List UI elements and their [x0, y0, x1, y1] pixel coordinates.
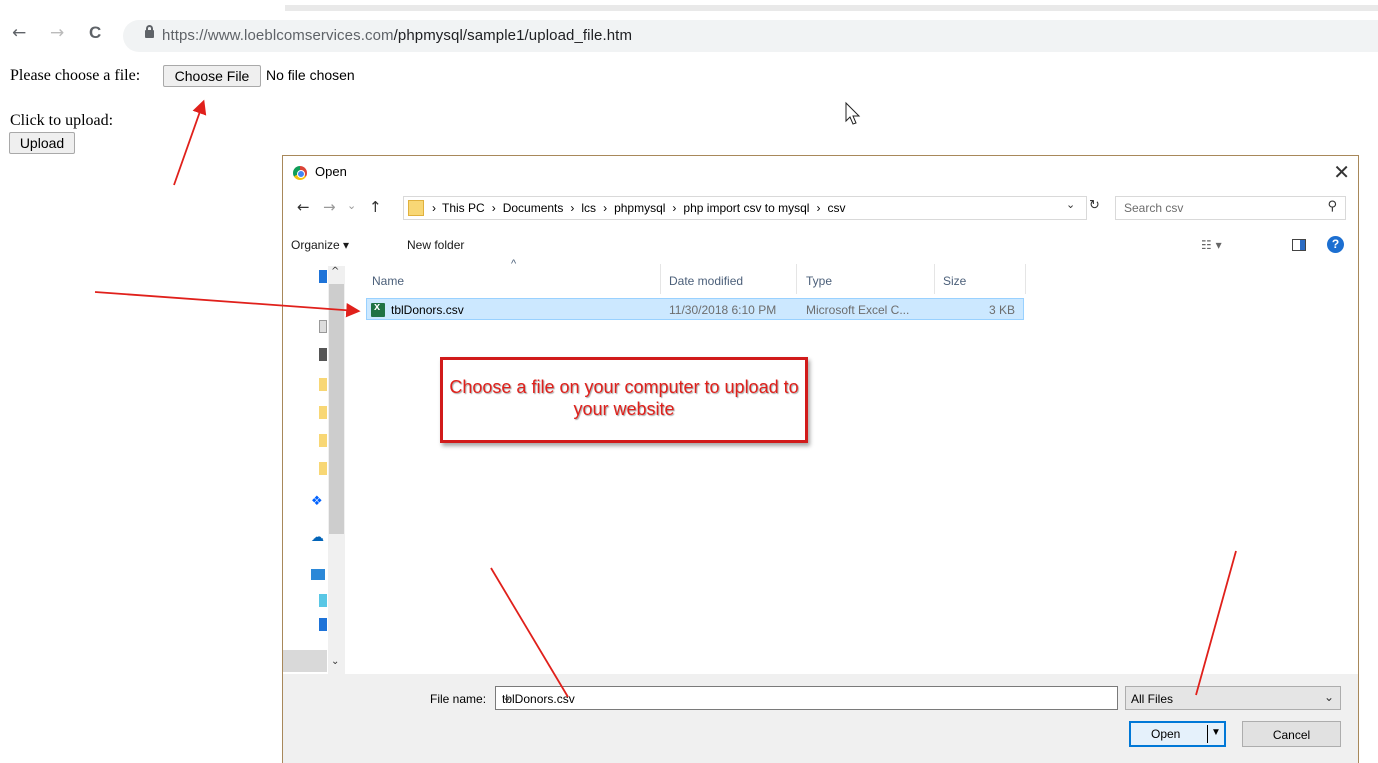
url-text: https://www.loeblcomservices.com/phpmysq…	[162, 27, 632, 44]
nav-scrollbar-thumb[interactable]	[329, 284, 344, 534]
file-name-field[interactable]: tblDonors.csv ⌄	[495, 686, 1118, 710]
folder-icon[interactable]	[319, 406, 327, 419]
file-type: Microsoft Excel C...	[806, 303, 910, 317]
file-name-label: File name:	[430, 692, 487, 706]
open-file-dialog: Open ✕ ← → ⌄ ↑ › This PC › Documents › lcs › ph…	[282, 155, 1359, 763]
url-path: /phpmysql/sample1/upload_file.htm	[393, 27, 633, 44]
upload-button[interactable]: Upload	[9, 132, 75, 154]
refresh-icon[interactable]: ↻	[1089, 198, 1100, 213]
open-button-label: Open	[1151, 727, 1181, 741]
nav-item-selected[interactable]	[283, 650, 327, 672]
split-divider	[1207, 725, 1208, 743]
up-folder-icon[interactable]: ↑	[369, 198, 382, 216]
dropbox-icon[interactable]: ❖	[311, 494, 323, 509]
callout-text: Choose a file on your computer to upload…	[449, 377, 799, 419]
browser-toolbar: ← → C https://www.loeblcomservices.com/p…	[0, 18, 1378, 54]
column-divider[interactable]	[934, 264, 935, 294]
choose-file-label: Please choose a file:	[10, 67, 141, 84]
mouse-cursor-icon	[845, 101, 861, 125]
open-options-icon[interactable]: ▼	[1211, 727, 1221, 738]
column-header-type[interactable]: Type	[806, 274, 832, 288]
folder-icon[interactable]	[319, 434, 327, 447]
choose-file-button[interactable]: Choose File	[163, 65, 261, 87]
crumb-phpmysql[interactable]: phpmysql	[614, 201, 665, 215]
path-dropdown-icon[interactable]: ⌄	[1066, 198, 1075, 211]
close-icon[interactable]: ✕	[1333, 160, 1350, 184]
cancel-button-label: Cancel	[1272, 728, 1311, 742]
navigation-pane[interactable]: ^ ⌄ ❖ ☁	[283, 264, 348, 674]
column-divider[interactable]	[1025, 264, 1026, 294]
file-type-filter[interactable]: All Files ⌄	[1125, 686, 1341, 710]
lock-icon[interactable]	[145, 25, 154, 38]
reload-icon[interactable]: C	[89, 23, 101, 43]
column-divider[interactable]	[660, 264, 661, 294]
network-icon[interactable]	[319, 594, 327, 607]
change-view-icon[interactable]: ☷ ▾	[1201, 238, 1222, 252]
back-icon[interactable]: ←	[297, 198, 310, 216]
url-host: https://www.loeblcomservices.com	[162, 27, 394, 44]
recent-locations-icon[interactable]: ⌄	[347, 199, 356, 212]
pictures-icon[interactable]	[319, 348, 327, 361]
crumb-php-import[interactable]: php import csv to mysql	[683, 201, 809, 215]
crumb-documents[interactable]: Documents	[503, 201, 564, 215]
command-bar: Organize ▾ New folder ☷ ▾ ?	[283, 228, 1358, 262]
file-date: 11/30/2018 6:10 PM	[669, 303, 777, 317]
sort-ascending-icon: ^	[511, 258, 517, 270]
new-folder-button[interactable]: New folder	[407, 238, 464, 252]
open-button[interactable]: Open ▼	[1129, 721, 1226, 747]
forward-icon[interactable]: →	[323, 198, 336, 216]
search-placeholder: Search csv	[1124, 201, 1184, 215]
no-file-status: No file chosen	[266, 67, 355, 83]
file-list[interactable]: Name ^ Date modified Type Size tblDonors…	[358, 258, 1348, 674]
instruction-callout: Choose a file on your computer to upload…	[440, 357, 808, 443]
address-bar[interactable]: https://www.loeblcomservices.com/phpmysq…	[123, 20, 1378, 52]
scroll-up-icon[interactable]: ^	[331, 266, 339, 277]
cancel-button[interactable]: Cancel	[1242, 721, 1341, 747]
folder-icon[interactable]	[319, 462, 327, 475]
dialog-address-row: ← → ⌄ ↑ › This PC › Documents › lcs › phpmysql ›…	[283, 194, 1358, 222]
scroll-down-icon[interactable]: ⌄	[331, 656, 339, 667]
this-pc-icon[interactable]	[311, 569, 325, 580]
dialog-footer: File name: tblDonors.csv ⌄ All Files ⌄ O…	[283, 674, 1358, 763]
search-icon[interactable]: ⚲	[1327, 199, 1337, 214]
column-header-size[interactable]: Size	[943, 274, 966, 288]
tab-strip-edge	[285, 5, 1378, 11]
forward-icon[interactable]: →	[50, 23, 64, 43]
arrow-to-choose-file	[173, 99, 207, 186]
breadcrumb[interactable]: › This PC › Documents › lcs › phpmysql › php impo…	[403, 196, 1087, 220]
column-header-name[interactable]: Name	[372, 274, 404, 288]
chevron-down-icon[interactable]: ⌄	[1324, 690, 1334, 704]
excel-file-icon	[371, 301, 385, 317]
search-input[interactable]: Search csv ⚲	[1115, 196, 1346, 220]
column-header-date[interactable]: Date modified	[669, 274, 743, 288]
quick-access-icon[interactable]	[319, 270, 327, 283]
help-icon[interactable]: ?	[1327, 236, 1344, 253]
table-row[interactable]: tblDonors.csv 11/30/2018 6:10 PM Microso…	[366, 298, 1024, 320]
folder-icon[interactable]	[319, 378, 327, 391]
back-icon[interactable]: ←	[12, 23, 26, 43]
folder-icon	[408, 200, 424, 216]
chevron-down-icon[interactable]: ⌄	[502, 690, 1111, 704]
upload-label: Click to upload:	[10, 112, 114, 129]
preview-pane-icon[interactable]	[1292, 239, 1306, 251]
onedrive-icon[interactable]: ☁	[311, 530, 324, 545]
organize-button[interactable]: Organize ▾	[291, 238, 349, 252]
file-type-filter-value: All Files	[1131, 692, 1174, 706]
file-size: 3 KB	[989, 303, 1016, 317]
drive-icon[interactable]	[319, 618, 327, 631]
crumb-this-pc[interactable]: This PC	[442, 201, 485, 215]
document-icon[interactable]	[319, 320, 327, 333]
file-name: tblDonors.csv	[391, 303, 464, 317]
crumb-lcs[interactable]: lcs	[581, 201, 596, 215]
chrome-icon	[293, 166, 307, 180]
column-divider[interactable]	[796, 264, 797, 294]
crumb-csv[interactable]: csv	[827, 201, 845, 215]
dialog-title: Open	[315, 164, 347, 179]
dialog-titlebar: Open ✕	[283, 156, 1358, 190]
breadcrumb-path: › This PC › Documents › lcs › phpmysql › php impo…	[432, 201, 846, 215]
